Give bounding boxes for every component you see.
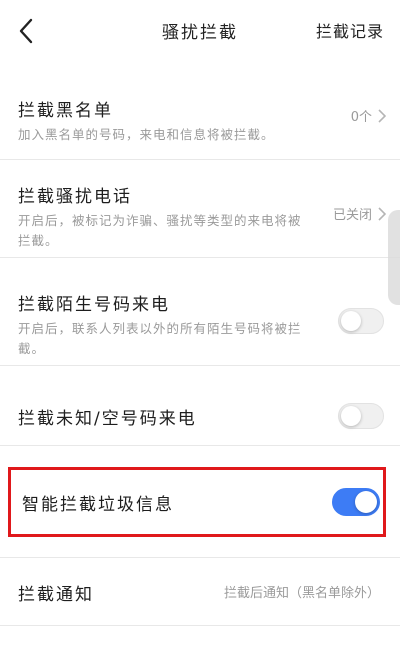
toggle-knob <box>341 406 361 426</box>
stranger-calls-toggle[interactable] <box>338 308 384 334</box>
blacklist-count[interactable]: 0个 <box>351 106 386 125</box>
row-description: 加入黑名单的号码，来电和信息将被拦截。 <box>18 127 275 142</box>
settings-row-intercept-notification[interactable]: 拦截通知 拦截后通知（黑名单除外） <box>0 558 400 626</box>
toggle-knob <box>341 311 361 331</box>
settings-row-smart-spam: 智能拦截垃圾信息 <box>0 446 400 558</box>
row-value: 0个 <box>350 110 372 125</box>
row-description: 开启后，被标记为诈骗、骚扰等类型的来电将被拦截。 <box>18 213 302 248</box>
header-bar: 骚扰拦截 拦截记录 <box>0 0 400 62</box>
chevron-right-icon <box>378 108 386 123</box>
row-title: 智能拦截垃圾信息 <box>22 495 174 515</box>
unknown-calls-toggle[interactable] <box>338 403 384 429</box>
chevron-right-icon <box>378 206 386 221</box>
row-value: 已关闭 <box>332 208 372 223</box>
row-title: 拦截骚扰电话 <box>18 187 132 207</box>
harassment-status[interactable]: 已关闭 <box>333 204 386 223</box>
edge-scroll-handle[interactable] <box>388 210 400 305</box>
row-title: 拦截黑名单 <box>18 101 113 121</box>
settings-row-unknown-calls: 拦截未知/空号码来电 <box>0 366 400 446</box>
row-title: 拦截未知/空号码来电 <box>18 409 197 429</box>
settings-row-blacklist[interactable]: 拦截黑名单 加入黑名单的号码，来电和信息将被拦截。 0个 <box>0 62 400 160</box>
settings-row-stranger-calls: 拦截陌生号码来电 开启后，联系人列表以外的所有陌生号码将被拦截。 <box>0 258 400 366</box>
toggle-knob <box>355 491 377 513</box>
notification-setting[interactable]: 拦截后通知（黑名单除外） <box>224 582 380 601</box>
intercept-record-link[interactable]: 拦截记录 <box>316 18 384 42</box>
row-value: 拦截后通知（黑名单除外） <box>223 586 380 601</box>
row-description: 开启后，联系人列表以外的所有陌生号码将被拦截。 <box>18 321 302 356</box>
row-title: 拦截陌生号码来电 <box>18 295 170 315</box>
settings-row-harassment-calls[interactable]: 拦截骚扰电话 开启后，被标记为诈骗、骚扰等类型的来电将被拦截。 已关闭 <box>0 160 400 258</box>
smart-spam-toggle[interactable] <box>332 488 380 516</box>
